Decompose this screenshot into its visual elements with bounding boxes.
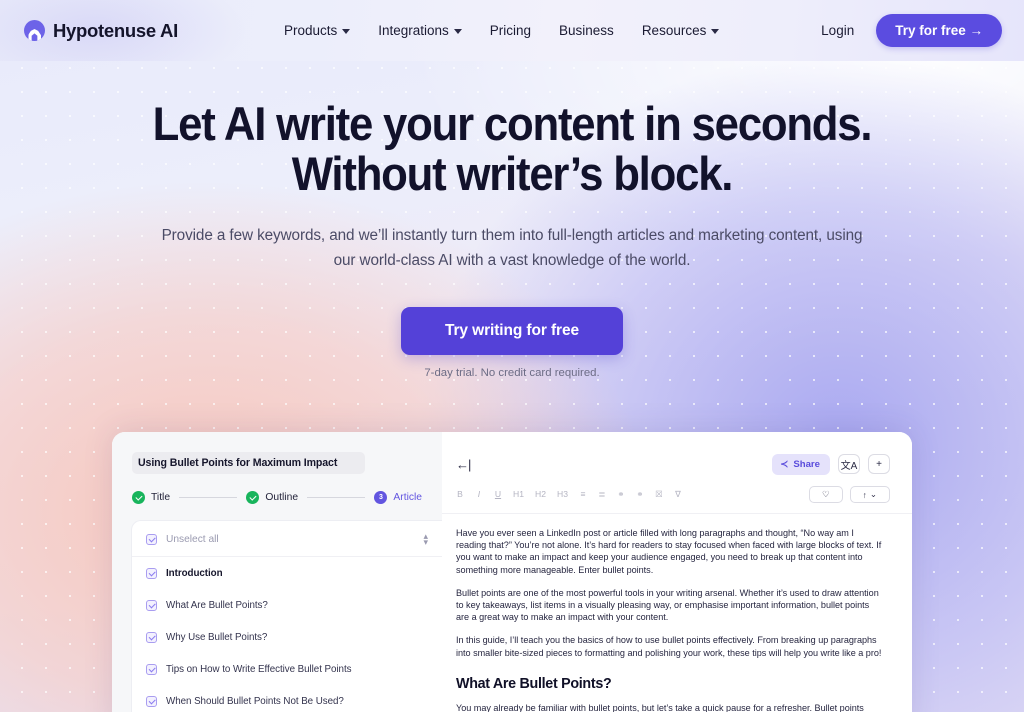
login-link[interactable]: Login (821, 23, 854, 38)
editor-header: ←| ≺ Share 文A + (442, 432, 912, 476)
checkbox-icon[interactable] (146, 695, 157, 707)
list-item-label: What Are Bullet Points? (166, 599, 268, 611)
heading-2-icon[interactable]: H2 (535, 489, 546, 500)
top-navigation-bar: Hypotenuse AI Products Integrations Pric… (0, 0, 1024, 61)
outline-panel: Using Bullet Points for Maximum Impact T… (112, 432, 442, 712)
nav-links: Products Integrations Pricing Business R… (283, 23, 720, 38)
link-icon[interactable]: ⚭ (617, 489, 625, 500)
translate-icon[interactable]: 文A (838, 454, 860, 474)
nav-item-business[interactable]: Business (559, 23, 614, 38)
step-outline[interactable]: Outline (246, 491, 298, 504)
list-item[interactable]: Introduction (132, 557, 442, 589)
try-for-free-button[interactable]: Try for free → (876, 14, 1002, 47)
article-paragraph: Have you ever seen a LinkedIn post or ar… (456, 528, 882, 575)
toolbar-right-actions: ♡ ↑ ⌄ (809, 486, 890, 503)
headline-line-2: Without writer’s block. (291, 147, 734, 200)
nav-item-pricing[interactable]: Pricing (490, 23, 531, 38)
filter-icon[interactable]: ∇ (674, 489, 682, 500)
hero-cta-wrap: Try writing for free 7-day trial. No cre… (0, 307, 1024, 379)
list-item-label: Why Use Bullet Points? (166, 631, 268, 643)
unselect-all-label: Unselect all (166, 533, 219, 545)
chevron-down-icon (711, 29, 720, 34)
check-circle-icon (132, 491, 145, 504)
nav-actions: Login Try for free → (821, 14, 1002, 47)
bold-icon[interactable]: B (456, 489, 464, 500)
editor-panel: ←| ≺ Share 文A + B I U H1 H2 H3 ≡ ≣ ⚭ ⚭ ☒… (442, 432, 912, 712)
step-title-label: Title (151, 492, 171, 503)
nav-item-products-label: Products (283, 23, 338, 38)
nav-item-integrations[interactable]: Integrations (378, 23, 462, 38)
add-icon[interactable]: + (868, 454, 890, 474)
step-outline-label: Outline (265, 492, 299, 503)
heading-3-icon[interactable]: H3 (557, 489, 568, 500)
step-title[interactable]: Title (132, 491, 170, 504)
check-circle-icon (246, 491, 260, 504)
step-connector (307, 497, 366, 498)
editor-header-actions: ≺ Share 文A + (772, 453, 890, 475)
try-writing-for-free-button[interactable]: Try writing for free (400, 307, 624, 355)
sort-icon[interactable]: ▴ ▾ (423, 532, 428, 547)
hero-subtitle: Provide a few keywords, and we’ll instan… (161, 227, 863, 269)
article-content[interactable]: Have you ever seen a LinkedIn post or ar… (442, 514, 912, 712)
checkbox-icon[interactable] (146, 533, 157, 545)
share-icon: ≺ (780, 458, 789, 470)
page-title: Let AI write your content in seconds. Wi… (36, 99, 988, 199)
formatting-toolbar: B I U H1 H2 H3 ≡ ≣ ⚭ ⚭ ☒ ∇ ♡ ↑ ⌄ (442, 476, 912, 514)
list-item-label: Introduction (166, 567, 223, 579)
article-heading: What Are Bullet Points? (456, 675, 612, 692)
back-arrow-icon[interactable]: ←| (456, 457, 471, 472)
trial-note: 7-day trial. No credit card required. (424, 367, 600, 379)
brand-name: Hypotenuse AI (53, 19, 178, 41)
shield-icon[interactable]: ♡ (809, 486, 843, 503)
headline-line-1: Let AI write your content in seconds. (152, 97, 873, 150)
step-article[interactable]: 3 Article (374, 491, 422, 504)
heading-1-icon[interactable]: H1 (513, 489, 524, 500)
list-item[interactable]: Why Use Bullet Points? (132, 621, 442, 653)
checkbox-icon[interactable] (146, 663, 157, 675)
outline-list-card: Unselect all ▴ ▾ Introduction What Are Bu… (132, 521, 442, 712)
article-paragraph: In this guide, I’ll teach you the basics… (456, 635, 882, 658)
chevron-down-icon (453, 29, 462, 34)
step-connector (179, 497, 238, 498)
chevron-down-icon: ⌄ (869, 489, 877, 499)
nav-item-resources-label: Resources (641, 23, 707, 38)
step-article-label: Article (393, 492, 423, 503)
list-item[interactable]: When Should Bullet Points Not Be Used? (132, 685, 442, 712)
step-number-badge: 3 (374, 491, 388, 504)
nav-item-resources[interactable]: Resources (642, 23, 720, 38)
nav-item-integrations-label: Integrations (378, 23, 449, 38)
export-button[interactable]: ↑ ⌄ (849, 486, 890, 503)
nav-item-business-label: Business (559, 23, 614, 38)
document-title[interactable]: Using Bullet Points for Maximum Impact (132, 452, 365, 474)
hero-section: Let AI write your content in seconds. Wi… (0, 61, 1024, 380)
bullet-list-icon[interactable]: ≡ (579, 489, 587, 500)
article-paragraph: You may already be familiar with bullet … (456, 702, 864, 712)
add-link-icon[interactable]: ⚭ (636, 489, 644, 500)
article-paragraph: Bullet points are one of the most powerf… (456, 587, 879, 623)
underline-icon[interactable]: U (494, 489, 502, 500)
app-screenshot-mockup: Using Bullet Points for Maximum Impact T… (112, 432, 912, 712)
list-item[interactable]: What Are Bullet Points? (132, 589, 442, 621)
checkbox-icon[interactable] (146, 599, 157, 611)
share-label: Share (793, 458, 820, 470)
page-root: Hypotenuse AI Products Integrations Pric… (0, 0, 1024, 712)
list-item[interactable]: Tips on How to Write Effective Bullet Po… (132, 653, 442, 685)
image-icon[interactable]: ☒ (655, 489, 663, 500)
nav-item-pricing-label: Pricing (489, 23, 532, 38)
numbered-list-icon[interactable]: ≣ (598, 489, 606, 500)
checkbox-icon[interactable] (146, 631, 157, 643)
list-item-label: Tips on How to Write Effective Bullet Po… (166, 663, 352, 675)
unselect-all-row[interactable]: Unselect all ▴ ▾ (132, 521, 442, 557)
list-item-label: When Should Bullet Points Not Be Used? (166, 695, 344, 707)
brand-logo[interactable]: Hypotenuse AI (24, 20, 178, 42)
upload-icon: ↑ (862, 489, 867, 500)
italic-icon[interactable]: I (475, 489, 483, 500)
share-button[interactable]: ≺ Share (772, 453, 830, 475)
progress-stepper: Title Outline 3 Article (132, 491, 424, 504)
chevron-down-icon (342, 29, 351, 34)
checkbox-icon[interactable] (146, 567, 157, 579)
nav-item-products[interactable]: Products (283, 23, 351, 38)
hypotenuse-logo-icon (24, 20, 45, 41)
